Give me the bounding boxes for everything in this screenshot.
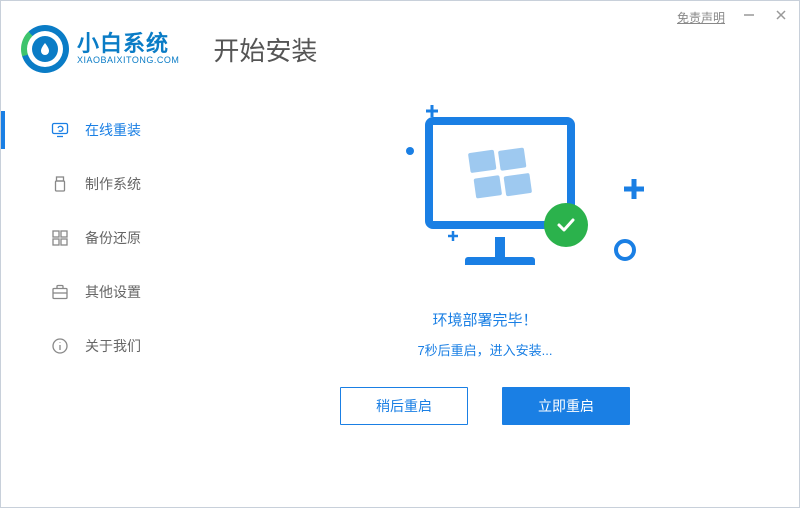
plus-decoration-icon [446, 229, 460, 243]
disclaimer-link[interactable]: 免责声明 [677, 9, 725, 26]
body: 在线重装 制作系统 备份还原 其他设置 [1, 91, 799, 497]
app-window: 免责声明 小白系统 XIAOBAIXITONG.COM [0, 0, 800, 508]
illustration [350, 107, 650, 287]
sidebar-item-online-reinstall[interactable]: 在线重装 [1, 103, 171, 157]
windows-flag-icon [468, 145, 532, 201]
logo-title: 小白系统 [77, 32, 179, 56]
sidebar-item-backup-restore[interactable]: 备份还原 [1, 211, 171, 265]
circle-decoration-icon [612, 237, 638, 263]
grid-icon [51, 229, 69, 247]
monitor-base-icon [465, 257, 535, 265]
substatus-text: 7秒后重启，进入安装... [417, 340, 552, 359]
plus-decoration-icon [622, 177, 646, 201]
sidebar-item-label: 关于我们 [85, 336, 141, 356]
close-button[interactable] [769, 7, 793, 27]
dot-decoration-icon [406, 147, 414, 155]
sidebar: 在线重装 制作系统 备份还原 其他设置 [1, 91, 171, 497]
sidebar-item-label: 其他设置 [85, 282, 141, 302]
monitor-neck-icon [495, 237, 505, 259]
minimize-icon [743, 8, 755, 26]
status-text: 环境部署完毕！ [432, 309, 537, 330]
briefcase-icon [51, 283, 69, 301]
info-icon [51, 337, 69, 355]
usb-icon [51, 175, 69, 193]
sidebar-item-other-settings[interactable]: 其他设置 [1, 265, 171, 319]
logo-subtitle: XIAOBAIXITONG.COM [77, 56, 179, 66]
sidebar-item-label: 在线重装 [85, 120, 141, 140]
restart-now-button[interactable]: 立即重启 [502, 387, 630, 425]
minimize-button[interactable] [737, 7, 761, 27]
action-buttons: 稍后重启 立即重启 [340, 387, 630, 425]
success-check-icon [544, 203, 588, 247]
sidebar-item-make-system[interactable]: 制作系统 [1, 157, 171, 211]
restart-later-button[interactable]: 稍后重启 [340, 387, 468, 425]
app-logo: 小白系统 XIAOBAIXITONG.COM [21, 25, 179, 73]
sidebar-item-about[interactable]: 关于我们 [1, 319, 171, 373]
page-title: 开始安装 [213, 31, 317, 68]
header: 小白系统 XIAOBAIXITONG.COM 开始安装 [1, 25, 799, 91]
close-icon [775, 8, 787, 26]
logo-ring-icon [21, 25, 69, 73]
monitor-refresh-icon [51, 121, 69, 139]
sidebar-item-label: 备份还原 [85, 228, 141, 248]
sidebar-item-label: 制作系统 [85, 174, 141, 194]
main-content: 环境部署完毕！ 7秒后重启，进入安装... 稍后重启 立即重启 [171, 91, 799, 497]
